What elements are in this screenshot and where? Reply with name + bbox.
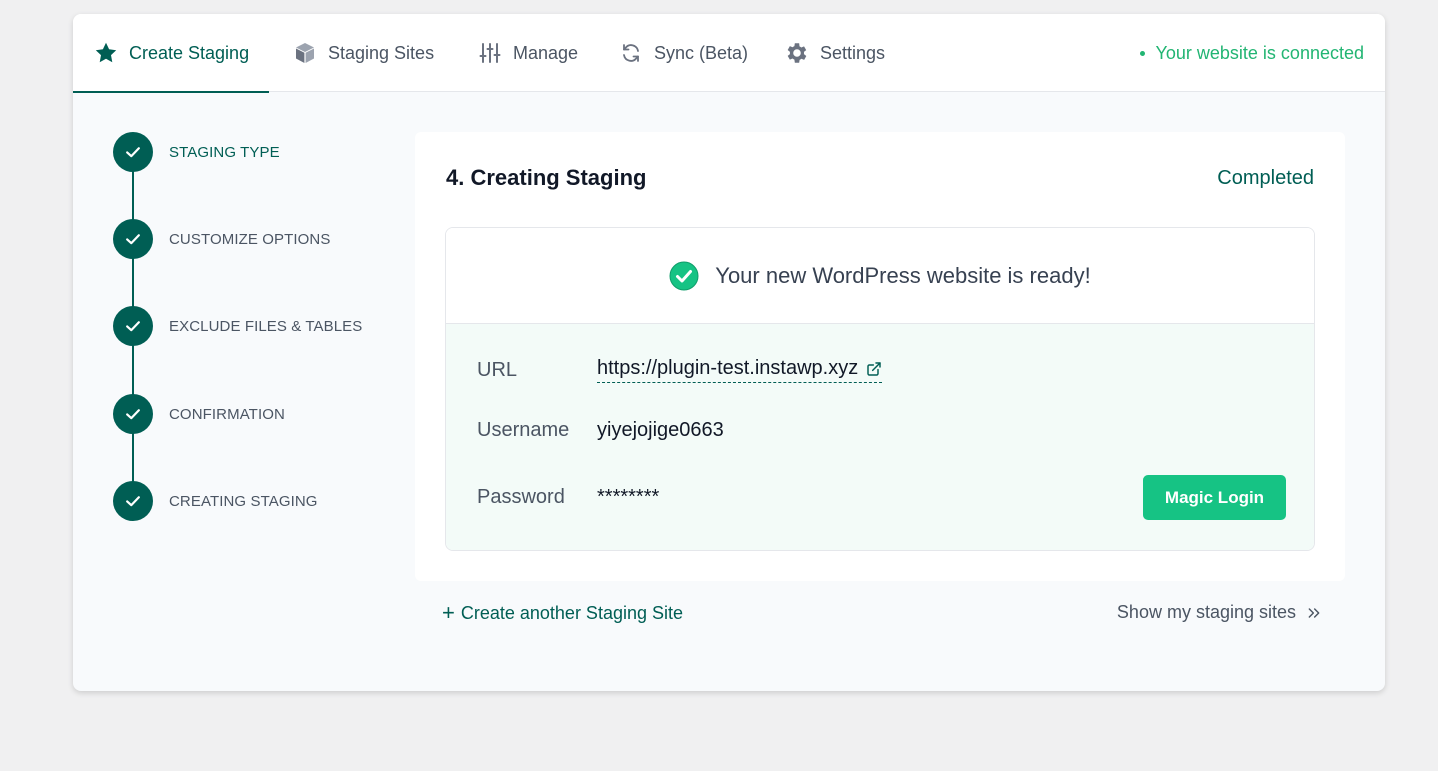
check-icon [113, 132, 153, 172]
step-label: CREATING STAGING [169, 492, 318, 510]
create-another-label: Create another Staging Site [460, 602, 684, 623]
tab-bar: Create Staging Staging Sites Manage Sync… [73, 14, 1385, 93]
result-header: Your new WordPress website is ready! [446, 228, 1314, 324]
connection-status: Your website is connected [1139, 14, 1364, 92]
step-confirmation: CONFIRMATION [113, 394, 285, 434]
url-label: URL [477, 358, 518, 381]
status-badge: Completed [1217, 167, 1314, 189]
magic-login-button[interactable]: Magic Login [1143, 475, 1286, 520]
tab-manage[interactable]: Manage [477, 14, 578, 92]
credentials: URL https://plugin-test.instawp.xyz User… [446, 324, 1314, 550]
connection-status-text: Your website is connected [1155, 42, 1364, 63]
url-row: URL https://plugin-test.instawp.xyz [477, 355, 883, 385]
step-label: EXCLUDE FILES & TABLES [169, 317, 363, 335]
double-chevron-right-icon [1306, 605, 1322, 621]
star-icon [93, 40, 119, 66]
check-icon [113, 481, 153, 521]
create-another-staging-link[interactable]: + Create another Staging Site [442, 602, 683, 624]
step-exclude-files-tables: EXCLUDE FILES & TABLES [113, 306, 362, 346]
tab-label: Settings [820, 42, 886, 63]
username-label: Username [477, 418, 570, 441]
gear-icon [784, 40, 810, 66]
step-label: CONFIRMATION [169, 405, 285, 423]
plus-icon: + [442, 600, 455, 625]
step-label: CUSTOMIZE OPTIONS [169, 230, 331, 248]
check-circle-icon [669, 261, 699, 291]
tab-label: Create Staging [129, 42, 250, 63]
step-staging-type: STAGING TYPE [113, 132, 280, 172]
check-icon [113, 394, 153, 434]
box-icon [292, 40, 318, 66]
check-icon [113, 219, 153, 259]
tab-sync-beta[interactable]: Sync (Beta) [618, 14, 748, 92]
tab-settings[interactable]: Settings [784, 14, 885, 92]
main-card: Create Staging Staging Sites Manage Sync… [73, 14, 1385, 691]
sliders-icon [477, 40, 503, 66]
external-link-icon [866, 361, 882, 377]
result-box: Your new WordPress website is ready! URL… [445, 227, 1315, 551]
show-staging-sites-link[interactable]: Show my staging sites [1117, 602, 1322, 623]
username-value: yiyejojige0663 [597, 418, 724, 441]
ready-message: Your new WordPress website is ready! [715, 262, 1091, 288]
password-label: Password [477, 485, 565, 508]
tab-create-staging[interactable]: Create Staging [73, 14, 270, 93]
check-icon [113, 306, 153, 346]
tab-label: Sync (Beta) [654, 42, 749, 63]
show-sites-label: Show my staging sites [1116, 602, 1296, 622]
status-dot-icon [1139, 50, 1145, 56]
site-url-text: https://plugin-test.instawp.xyz [597, 357, 859, 379]
password-value: ******** [597, 485, 660, 508]
username-row: Username yiyejojige0663 [477, 415, 724, 445]
password-row: Password ******** [477, 482, 659, 512]
site-url-link[interactable]: https://plugin-test.instawp.xyz [597, 357, 883, 383]
tab-label: Staging Sites [328, 42, 435, 63]
staging-panel: 4. Creating Staging Completed Your new W… [415, 132, 1345, 581]
step-creating-staging: CREATING STAGING [113, 481, 318, 521]
tab-staging-sites[interactable]: Staging Sites [292, 14, 434, 92]
sync-icon [618, 40, 644, 66]
panel-title: 4. Creating Staging [446, 165, 647, 190]
tab-label: Manage [513, 42, 579, 63]
step-label: STAGING TYPE [169, 143, 280, 161]
step-customize-options: CUSTOMIZE OPTIONS [113, 219, 330, 259]
